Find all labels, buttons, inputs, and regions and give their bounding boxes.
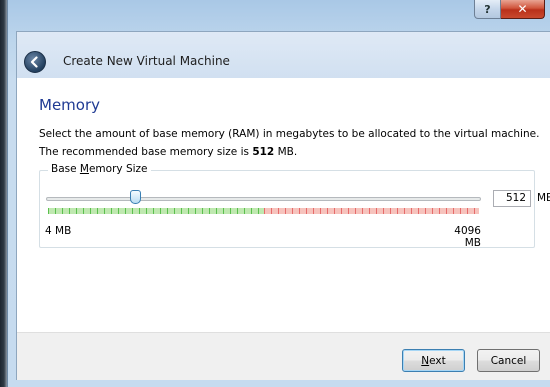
slider-max-label: 4096 MB <box>454 225 481 249</box>
recommended-prefix: The recommended base memory size is <box>39 146 253 158</box>
slider-min-label: 4 MB <box>45 225 72 237</box>
next-label: ext <box>429 354 446 367</box>
help-button[interactable]: ? <box>474 0 501 19</box>
close-button[interactable]: ✕ <box>501 0 545 19</box>
memory-size-input[interactable]: 512 <box>493 190 531 207</box>
wizard-header: Create New Virtual Machine <box>17 32 550 78</box>
groupbox-label: Base Memory Size <box>48 163 151 175</box>
wizard-page: Memory Select the amount of base memory … <box>25 86 550 366</box>
groupbox-label-pre: Base <box>51 163 80 175</box>
recommended-value: 512 <box>252 146 275 158</box>
page-title: Memory <box>39 96 101 114</box>
groupbox-label-mnemonic: M <box>79 163 89 175</box>
title-bar-buttons: ? ✕ <box>474 0 545 20</box>
cancel-button[interactable]: Cancel <box>477 349 540 372</box>
memory-slider-thumb[interactable] <box>130 190 141 204</box>
memory-slider-track[interactable] <box>46 197 481 201</box>
safe-range-indicator <box>48 208 264 214</box>
next-button[interactable]: Next <box>402 349 465 372</box>
back-button[interactable] <box>24 51 46 73</box>
recommended-size-text: The recommended base memory size is 512 … <box>39 146 297 158</box>
unsafe-range-indicator <box>264 208 479 214</box>
groupbox-label-post: emory Size <box>88 163 148 175</box>
memory-unit-label: MB <box>537 192 550 204</box>
wizard-title: Create New Virtual Machine <box>63 54 230 68</box>
page-description: Select the amount of base memory (RAM) i… <box>39 128 540 140</box>
recommended-suffix: MB. <box>274 146 298 158</box>
arrow-left-icon <box>30 56 38 68</box>
next-mnemonic: N <box>421 354 430 367</box>
parent-window-edge <box>0 0 7 387</box>
memory-slider-scale <box>48 208 479 214</box>
dialog-window: ? ✕ Create New Virtual Machine Memory Se… <box>7 0 550 387</box>
dialog-client-area: Create New Virtual Machine Memory Select… <box>16 31 550 380</box>
wizard-footer: Next Cancel <box>17 332 550 380</box>
